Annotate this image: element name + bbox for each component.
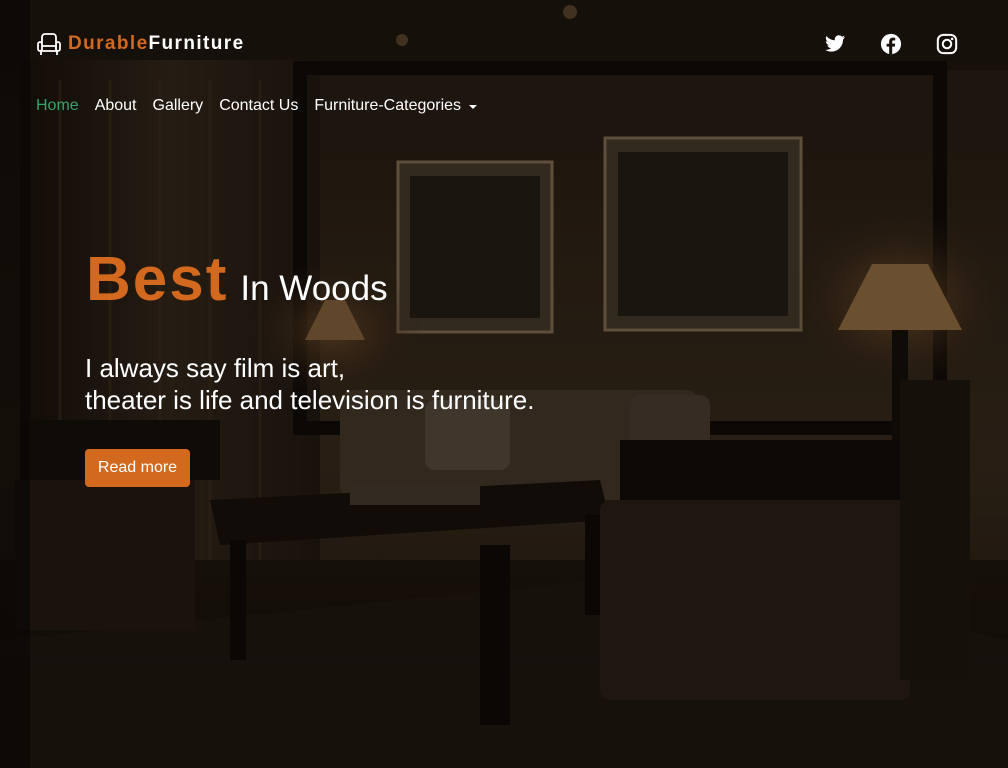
- brand-logo[interactable]: Durable Furniture: [36, 31, 245, 57]
- hero-headline: Best In Woods: [86, 244, 388, 315]
- hero-quote: I always say film is art, theater is lif…: [85, 352, 534, 416]
- nav-home[interactable]: Home: [36, 97, 79, 115]
- facebook-icon[interactable]: [880, 33, 902, 55]
- social-links: [824, 33, 958, 55]
- nav-furniture-categories-dropdown[interactable]: Furniture-Categories: [314, 97, 478, 115]
- main-nav: Home About Gallery Contact Us Furniture-…: [36, 97, 478, 115]
- dropdown-label: Furniture-Categories: [314, 97, 462, 114]
- nav-about[interactable]: About: [95, 97, 137, 115]
- hero-section: Durable Furniture Home About Gallery Con…: [0, 0, 1008, 768]
- headline-rest: In Woods: [240, 269, 388, 308]
- quote-line-1: I always say film is art,: [85, 353, 346, 383]
- brand-name-part2: Furniture: [148, 33, 245, 54]
- instagram-icon[interactable]: [936, 33, 958, 55]
- nav-contact-us[interactable]: Contact Us: [219, 97, 298, 115]
- nav-gallery[interactable]: Gallery: [153, 97, 204, 115]
- read-more-button[interactable]: Read more: [85, 449, 190, 487]
- caret-down-icon: [469, 105, 478, 109]
- brand-name-part1: Durable: [68, 33, 149, 54]
- quote-line-2: theater is life and television is furnit…: [85, 385, 535, 415]
- armchair-icon: [36, 31, 62, 57]
- twitter-icon[interactable]: [824, 33, 846, 55]
- headline-emphasis: Best: [86, 245, 229, 314]
